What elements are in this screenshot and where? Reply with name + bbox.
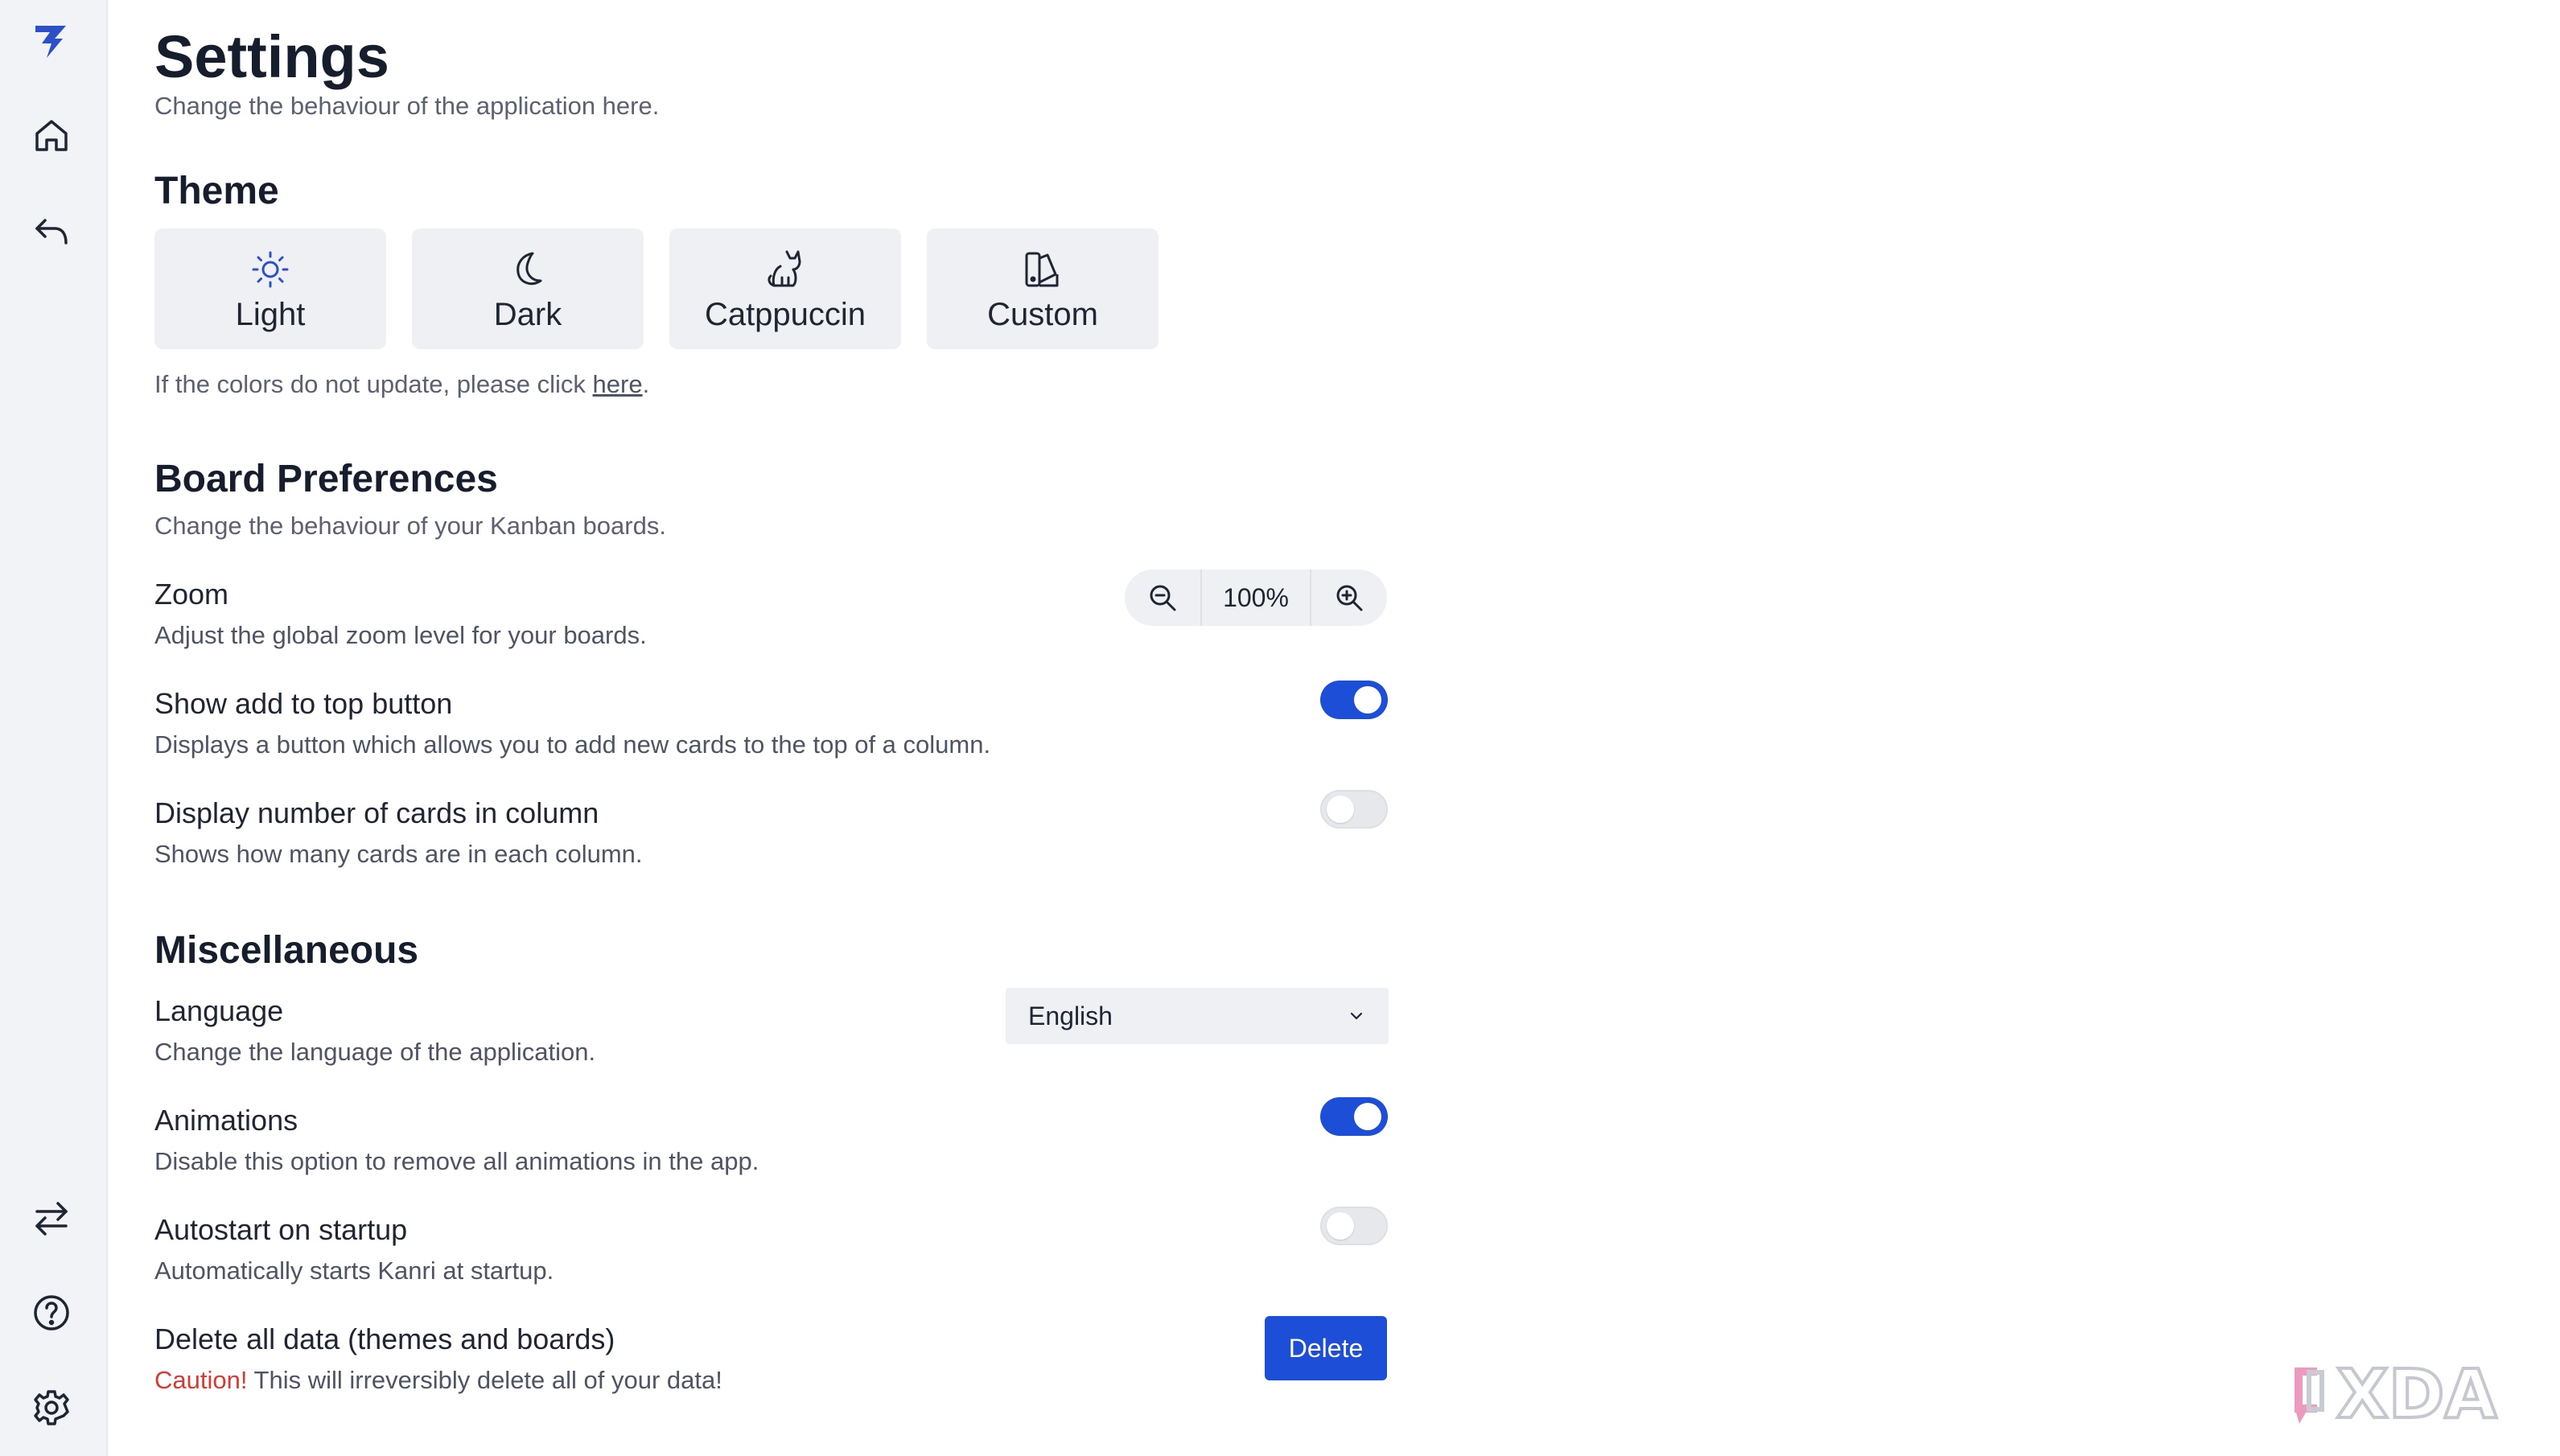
- animations-toggle[interactable]: [1320, 1097, 1388, 1136]
- theme-custom-label: Custom: [987, 296, 1098, 332]
- theme-note: If the colors do not update, please clic…: [154, 370, 649, 399]
- card-count-label: Display number of cards in column: [154, 796, 599, 829]
- theme-dark-label: Dark: [493, 296, 562, 332]
- language-value: English: [1028, 1001, 1113, 1030]
- add-top-toggle[interactable]: [1320, 681, 1388, 719]
- add-top-desc: Displays a button which allows you to ad…: [154, 730, 991, 759]
- theme-section-title: Theme: [154, 170, 279, 212]
- theme-catppuccin-label: Catppuccin: [704, 296, 866, 332]
- theme-catppuccin-button[interactable]: Catppuccin: [669, 228, 901, 349]
- language-select[interactable]: English: [1006, 988, 1389, 1044]
- theme-dark-button[interactable]: Dark: [412, 228, 644, 349]
- cat-icon: [768, 250, 801, 286]
- swap-icon[interactable]: [27, 1194, 76, 1242]
- toggle-knob: [1354, 686, 1381, 714]
- animations-label: Animations: [154, 1104, 298, 1137]
- palette-icon: [1025, 252, 1059, 286]
- logo-icon[interactable]: [27, 18, 76, 66]
- chevron-down-icon: [1350, 1012, 1363, 1020]
- board-section-subtitle: Change the behaviour of your Kanban boar…: [154, 512, 666, 540]
- autostart-toggle[interactable]: [1320, 1207, 1388, 1245]
- zoom-in-button[interactable]: [1311, 570, 1387, 626]
- add-top-label: Show add to top button: [154, 687, 453, 720]
- page-subtitle: Change the behaviour of the application …: [154, 92, 660, 120]
- caution-text: Caution!: [154, 1366, 248, 1394]
- delete-button[interactable]: Delete: [1265, 1316, 1387, 1380]
- theme-light-label: Light: [235, 296, 306, 332]
- language-label: Language: [154, 994, 284, 1027]
- theme-refresh-link[interactable]: here: [593, 370, 643, 398]
- zoom-control: 100%: [1125, 570, 1387, 626]
- zoom-out-button[interactable]: [1125, 570, 1200, 626]
- zoom-label: Zoom: [154, 578, 229, 611]
- toggle-knob: [1354, 1103, 1381, 1130]
- theme-note-text: If the colors do not update, please clic…: [154, 370, 593, 398]
- settings-page: Settings Change the behaviour of the app…: [154, 0, 1393, 1456]
- home-icon[interactable]: [27, 111, 76, 159]
- toggle-knob: [1327, 796, 1354, 823]
- xda-watermark: XDA: [2295, 1353, 2499, 1433]
- watermark-text: XDA: [2336, 1355, 2497, 1433]
- sidebar: [0, 0, 108, 1456]
- settings-icon[interactable]: [27, 1384, 76, 1432]
- board-section-title: Board Preferences: [154, 458, 498, 500]
- language-desc: Change the language of the application.: [154, 1038, 596, 1066]
- card-count-toggle[interactable]: [1320, 790, 1388, 829]
- zoom-in-icon: [1336, 585, 1363, 611]
- theme-note-suffix: .: [642, 370, 650, 398]
- theme-custom-button[interactable]: Custom: [927, 228, 1159, 349]
- toggle-knob: [1327, 1212, 1354, 1240]
- misc-section-title: Miscellaneous: [154, 929, 419, 972]
- help-icon[interactable]: [27, 1289, 76, 1337]
- delete-desc: Caution! This will irreversibly delete a…: [154, 1366, 722, 1395]
- animations-desc: Disable this option to remove all animat…: [154, 1147, 759, 1175]
- page-title: Settings: [154, 23, 389, 90]
- delete-warning-text: This will irreversibly delete all of you…: [247, 1366, 722, 1394]
- sun-icon: [252, 251, 289, 287]
- zoom-desc: Adjust the global zoom level for your bo…: [154, 621, 647, 649]
- delete-label: Delete all data (themes and boards): [154, 1322, 615, 1355]
- autostart-desc: Automatically starts Kanri at startup.: [154, 1257, 554, 1285]
- zoom-out-icon: [1150, 585, 1176, 611]
- back-icon[interactable]: [27, 208, 76, 256]
- moon-icon: [517, 252, 542, 285]
- card-count-desc: Shows how many cards are in each column.: [154, 840, 643, 868]
- autostart-label: Autostart on startup: [154, 1213, 408, 1246]
- zoom-level: 100%: [1200, 570, 1311, 626]
- theme-light-button[interactable]: Light: [154, 228, 386, 349]
